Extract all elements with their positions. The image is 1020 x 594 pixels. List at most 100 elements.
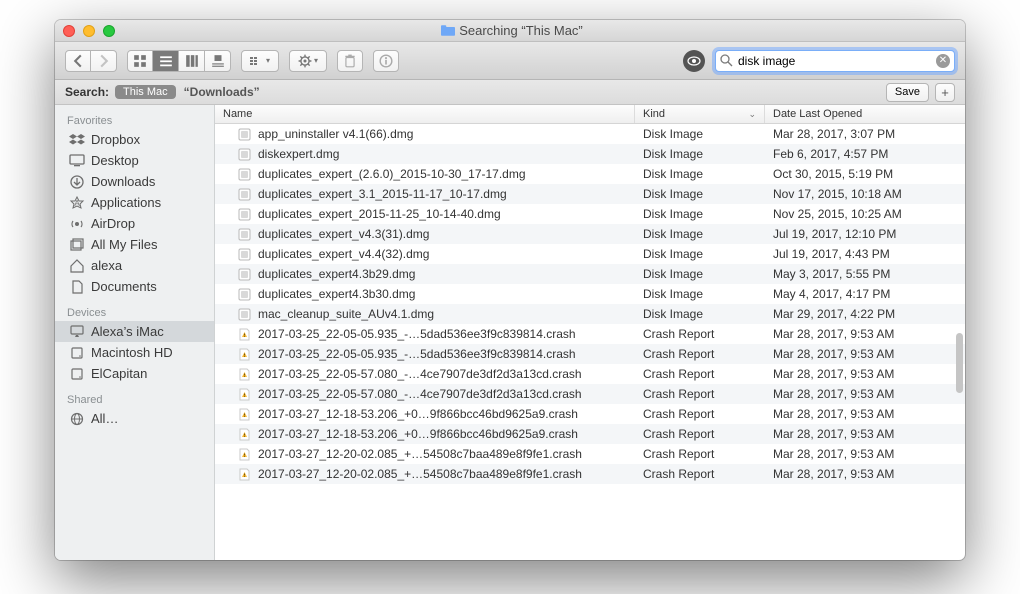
file-date: Mar 28, 2017, 9:53 AM xyxy=(765,347,965,361)
sidebar-item-label: ElCapitan xyxy=(91,366,147,381)
imac-icon xyxy=(69,325,85,339)
titlebar[interactable]: Searching “This Mac” xyxy=(55,20,965,42)
column-header-date[interactable]: Date Last Opened xyxy=(765,105,965,123)
column-view-button[interactable] xyxy=(179,50,205,72)
body: Favorites DropboxDesktopDownloads A Applic… xyxy=(55,105,965,560)
sidebar-item-alexa-s-imac[interactable]: Alexa’s iMac xyxy=(55,321,214,342)
sidebar-item-documents[interactable]: Documents xyxy=(55,276,214,297)
save-search-button[interactable]: Save xyxy=(886,83,929,102)
downloads-icon xyxy=(69,175,85,189)
documents-icon xyxy=(69,280,85,294)
traffic-lights xyxy=(63,25,115,37)
clear-search-button[interactable]: ✕ xyxy=(936,54,950,68)
sidebar-item-macintosh-hd[interactable]: Macintosh HD xyxy=(55,342,214,363)
sidebar: Favorites DropboxDesktopDownloads A Applic… xyxy=(55,105,215,560)
home-icon xyxy=(69,259,85,273)
disk-image-icon xyxy=(237,287,252,302)
sidebar-item-label: Documents xyxy=(91,279,157,294)
column-header-row: Name Kind⌄ Date Last Opened xyxy=(215,105,965,124)
file-name: 2017-03-25_22-05-05.935_-…5dad536ee3f9c8… xyxy=(258,327,576,341)
file-name: 2017-03-27_12-20-02.085_+…54508c7baa489e… xyxy=(258,467,582,481)
sidebar-item-label: AirDrop xyxy=(91,216,135,231)
sidebar-head-favorites: Favorites xyxy=(55,111,214,129)
file-kind: Disk Image xyxy=(635,307,765,321)
file-kind: Crash Report xyxy=(635,387,765,401)
file-list[interactable]: app_uninstaller v4.1(66).dmg Disk Image … xyxy=(215,124,965,560)
search-input[interactable] xyxy=(715,50,955,72)
search-label: Search: xyxy=(65,85,109,99)
table-row[interactable]: 2017-03-27_12-18-53.206_+0…9f866bcc46bd9… xyxy=(215,424,965,444)
info-button[interactable] xyxy=(373,50,399,72)
table-row[interactable]: duplicates_expert_v4.3(31).dmg Disk Imag… xyxy=(215,224,965,244)
file-kind: Crash Report xyxy=(635,427,765,441)
sidebar-item-desktop[interactable]: Desktop xyxy=(55,150,214,171)
forward-button[interactable] xyxy=(91,50,117,72)
add-criteria-button[interactable]: + xyxy=(935,83,955,102)
file-name: duplicates_expert_v4.3(31).dmg xyxy=(258,227,429,241)
icon-view-button[interactable] xyxy=(127,50,153,72)
action-group: ▾ xyxy=(289,50,327,72)
table-row[interactable]: app_uninstaller v4.1(66).dmg Disk Image … xyxy=(215,124,965,144)
file-name: 2017-03-27_12-18-53.206_+0…9f866bcc46bd9… xyxy=(258,427,578,441)
column-header-name[interactable]: Name xyxy=(215,105,635,123)
file-kind: Disk Image xyxy=(635,167,765,181)
file-name: mac_cleanup_suite_AUv4.1.dmg xyxy=(258,307,434,321)
table-row[interactable]: duplicates_expert_2015-11-25_10-14-40.dm… xyxy=(215,204,965,224)
file-date: Oct 30, 2015, 5:19 PM xyxy=(765,167,965,181)
sidebar-item-alexa[interactable]: alexa xyxy=(55,255,214,276)
window-title: Searching “This Mac” xyxy=(115,23,909,38)
coverflow-view-button[interactable] xyxy=(205,50,231,72)
trash-button[interactable] xyxy=(337,50,363,72)
info-icon xyxy=(379,54,393,68)
arrange-button[interactable]: ▾ xyxy=(241,50,279,72)
disk-image-icon xyxy=(237,227,252,242)
tag-button[interactable] xyxy=(683,50,705,72)
sidebar-item-label: Applications xyxy=(91,195,161,210)
disk-image-icon xyxy=(237,167,252,182)
file-kind: Disk Image xyxy=(635,207,765,221)
sidebar-item-all-[interactable]: All… xyxy=(55,408,214,429)
table-row[interactable]: mac_cleanup_suite_AUv4.1.dmg Disk Image … xyxy=(215,304,965,324)
table-row[interactable]: duplicates_expert_v4.4(32).dmg Disk Imag… xyxy=(215,244,965,264)
disk-image-icon xyxy=(237,267,252,282)
file-name: 2017-03-25_22-05-57.080_-…4ce7907de3df2d… xyxy=(258,387,582,401)
scope-this-mac[interactable]: This Mac xyxy=(115,85,176,99)
close-button[interactable] xyxy=(63,25,75,37)
table-row[interactable]: 2017-03-25_22-05-57.080_-…4ce7907de3df2d… xyxy=(215,384,965,404)
file-kind: Crash Report xyxy=(635,447,765,461)
scope-downloads[interactable]: “Downloads” xyxy=(184,85,260,99)
sidebar-item-airdrop[interactable]: AirDrop xyxy=(55,213,214,234)
action-button[interactable]: ▾ xyxy=(289,50,327,72)
table-row[interactable]: duplicates_expert_3.1_2015-11-17_10-17.d… xyxy=(215,184,965,204)
sidebar-item-elcapitan[interactable]: ElCapitan xyxy=(55,363,214,384)
sidebar-head-shared: Shared xyxy=(55,390,214,408)
table-row[interactable]: duplicates_expert_(2.6.0)_2015-10-30_17-… xyxy=(215,164,965,184)
table-row[interactable]: 2017-03-25_22-05-57.080_-…4ce7907de3df2d… xyxy=(215,364,965,384)
sidebar-item-all-my-files[interactable]: All My Files xyxy=(55,234,214,255)
table-row[interactable]: 2017-03-27_12-20-02.085_+…54508c7baa489e… xyxy=(215,464,965,484)
file-name: 2017-03-25_22-05-57.080_-…4ce7907de3df2d… xyxy=(258,367,582,381)
table-row[interactable]: duplicates_expert4.3b30.dmg Disk Image M… xyxy=(215,284,965,304)
table-row[interactable]: diskexpert.dmg Disk Image Feb 6, 2017, 4… xyxy=(215,144,965,164)
sidebar-item-downloads[interactable]: Downloads xyxy=(55,171,214,192)
column-header-kind[interactable]: Kind⌄ xyxy=(635,105,765,123)
toolbar: ▾ ▾ ✕ xyxy=(55,42,965,80)
nav-group xyxy=(65,50,117,72)
zoom-button[interactable] xyxy=(103,25,115,37)
minimize-button[interactable] xyxy=(83,25,95,37)
table-row[interactable]: duplicates_expert4.3b29.dmg Disk Image M… xyxy=(215,264,965,284)
gear-icon xyxy=(298,54,312,68)
sidebar-item-dropbox[interactable]: Dropbox xyxy=(55,129,214,150)
table-row[interactable]: 2017-03-25_22-05-05.935_-…5dad536ee3f9c8… xyxy=(215,344,965,364)
file-kind: Crash Report xyxy=(635,467,765,481)
table-row[interactable]: 2017-03-27_12-20-02.085_+…54508c7baa489e… xyxy=(215,444,965,464)
file-date: Mar 28, 2017, 9:53 AM xyxy=(765,407,965,421)
back-button[interactable] xyxy=(65,50,91,72)
table-row[interactable]: 2017-03-25_22-05-05.935_-…5dad536ee3f9c8… xyxy=(215,324,965,344)
sidebar-item-applications[interactable]: A Applications xyxy=(55,192,214,213)
svg-text:A: A xyxy=(74,199,80,208)
table-row[interactable]: 2017-03-27_12-18-53.206_+0…9f866bcc46bd9… xyxy=(215,404,965,424)
scrollbar-thumb[interactable] xyxy=(956,333,963,393)
list-view-button[interactable] xyxy=(153,50,179,72)
allfiles-icon xyxy=(69,238,85,252)
